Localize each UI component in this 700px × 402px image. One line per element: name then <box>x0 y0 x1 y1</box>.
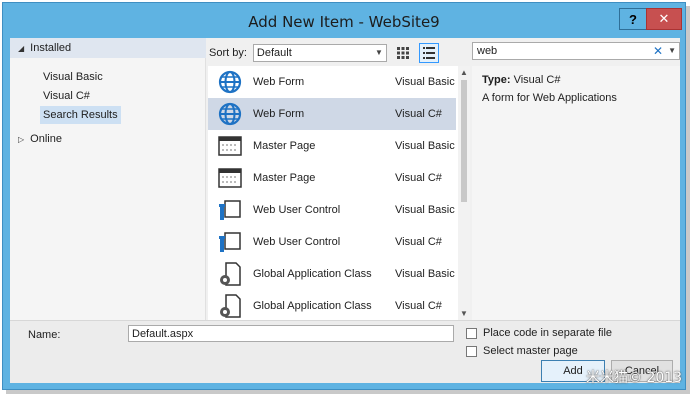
scroll-up-icon[interactable]: ▲ <box>460 68 468 77</box>
installed-label: Installed <box>30 42 72 54</box>
chevron-down-icon: ▼ <box>374 48 383 57</box>
watermark: 米米猫© 2013 <box>586 370 683 386</box>
list-item[interactable]: Global Application Class Visual C# <box>208 290 456 320</box>
dialog-client: ◢ Installed Visual Basic Visual C# Searc… <box>10 38 680 383</box>
sort-by-value: Default <box>256 47 292 59</box>
item-name: Global Application Class <box>253 300 372 312</box>
tree-item-visual-csharp[interactable]: Visual C# <box>40 87 93 105</box>
tree-node-online[interactable]: ▷ Online <box>18 133 62 145</box>
item-language: Visual C# <box>395 172 442 184</box>
gear-file-icon <box>216 292 244 320</box>
globe-icon <box>216 68 244 96</box>
item-name: Master Page <box>253 140 316 152</box>
item-language: Visual C# <box>395 108 442 120</box>
item-name: Web User Control <box>253 204 341 216</box>
scroll-thumb[interactable] <box>461 80 467 202</box>
online-label: Online <box>30 133 62 145</box>
template-list: Web Form Visual Basic Web Form Visual C#… <box>208 66 470 320</box>
grid-view-icon <box>396 47 409 59</box>
help-button[interactable]: ? <box>619 8 647 30</box>
small-icons-view-button[interactable] <box>393 43 413 63</box>
sort-by-label: Sort by: <box>209 47 247 59</box>
close-button[interactable]: ✕ <box>646 8 682 30</box>
title-bar: Add New Item - WebSite9 ? ✕ <box>3 3 685 39</box>
clear-search-icon[interactable]: ✕ <box>653 44 663 58</box>
item-language: Visual C# <box>395 300 442 312</box>
search-value: web <box>477 45 498 57</box>
name-label: Name: <box>28 329 61 341</box>
select-master-label: Select master page <box>483 345 578 357</box>
item-language: Visual C# <box>395 236 442 248</box>
list-item[interactable]: Web User Control Visual C# <box>208 226 456 258</box>
tree-item-visual-basic[interactable]: Visual Basic <box>40 68 106 86</box>
list-view-button[interactable] <box>418 43 439 63</box>
search-input[interactable]: web ✕ ▼ <box>472 42 680 60</box>
collapsed-triangle-icon[interactable]: ▷ <box>18 135 24 144</box>
globe-icon <box>216 100 244 128</box>
item-name: Web Form <box>253 108 305 120</box>
checkbox-box[interactable] <box>466 345 477 357</box>
bottom-panel: Name: Default.aspx Place code in separat… <box>10 320 680 383</box>
details-pane: Type: Visual C# A form for Web Applicati… <box>472 66 680 320</box>
list-item-selected[interactable]: Web Form Visual C# <box>208 98 456 130</box>
tree-node-installed[interactable]: ◢ Installed <box>10 38 206 58</box>
type-label: Type: <box>482 74 511 86</box>
list-item[interactable]: Master Page Visual C# <box>208 162 456 194</box>
list-item[interactable]: Master Page Visual Basic <box>208 130 456 162</box>
list-toolbar: Sort by: Default ▼ <box>209 42 461 64</box>
gear-file-icon <box>216 260 244 288</box>
list-item[interactable]: Web Form Visual Basic <box>208 66 456 98</box>
place-code-checkbox[interactable]: Place code in separate file <box>466 327 612 339</box>
expanded-triangle-icon[interactable]: ◢ <box>18 44 24 53</box>
chevron-down-icon[interactable]: ▼ <box>668 46 676 55</box>
item-name: Web Form <box>253 76 305 88</box>
master-page-icon <box>216 132 244 160</box>
scroll-down-icon[interactable]: ▼ <box>460 309 468 318</box>
item-description: A form for Web Applications <box>482 92 617 104</box>
item-name: Global Application Class <box>253 268 372 280</box>
list-view-icon <box>422 47 435 59</box>
select-master-checkbox[interactable]: Select master page <box>466 345 578 357</box>
sort-by-select[interactable]: Default ▼ <box>252 44 387 62</box>
item-language: Visual Basic <box>395 76 455 88</box>
add-new-item-dialog: Add New Item - WebSite9 ? ✕ ◢ Installed … <box>2 2 686 390</box>
user-control-icon <box>216 196 244 224</box>
item-name: Master Page <box>253 172 316 184</box>
tree-item-search-results[interactable]: Search Results <box>40 106 121 124</box>
type-line: Type: Visual C# <box>482 74 560 86</box>
user-control-icon <box>216 228 244 256</box>
list-item[interactable]: Global Application Class Visual Basic <box>208 258 456 290</box>
item-language: Visual Basic <box>395 268 455 280</box>
item-name: Web User Control <box>253 236 341 248</box>
master-page-icon <box>216 164 244 192</box>
item-language: Visual Basic <box>395 140 455 152</box>
place-code-label: Place code in separate file <box>483 327 613 339</box>
type-value: Visual C# <box>513 74 561 86</box>
checkbox-box[interactable] <box>466 327 477 339</box>
name-input[interactable]: Default.aspx <box>128 325 454 342</box>
item-language: Visual Basic <box>395 204 455 216</box>
dialog-title: Add New Item - WebSite9 <box>248 13 440 31</box>
list-scrollbar[interactable]: ▲ ▼ <box>458 66 470 320</box>
category-tree: ◢ Installed Visual Basic Visual C# Searc… <box>10 38 206 320</box>
list-item[interactable]: Web User Control Visual Basic <box>208 194 456 226</box>
